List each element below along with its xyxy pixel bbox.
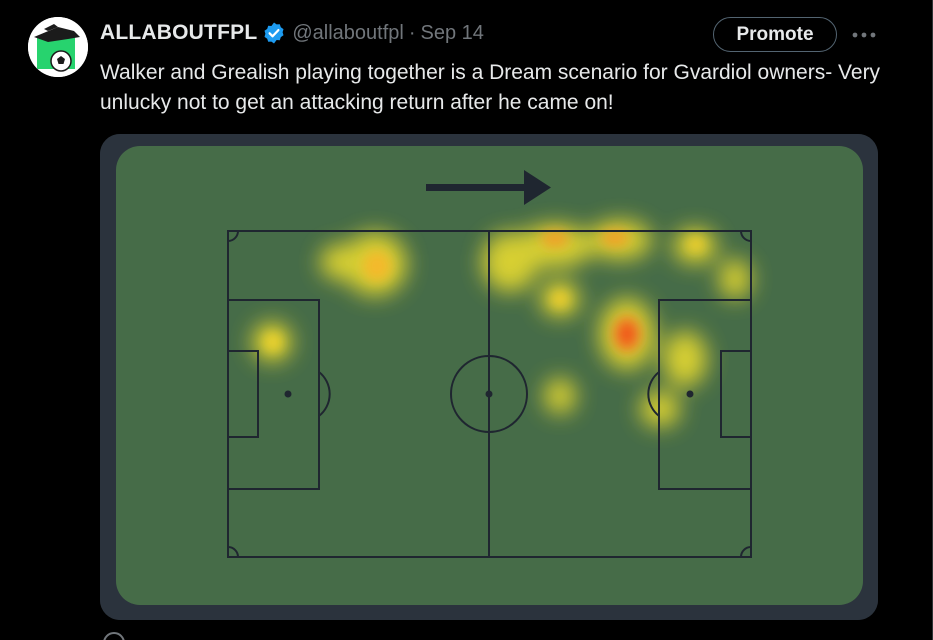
separator-dot: · <box>408 21 416 44</box>
more-options-button[interactable] <box>849 22 879 48</box>
reply-icon[interactable] <box>103 632 125 640</box>
tweet-text: Walker and Grealish playing together is … <box>100 61 881 114</box>
display-name[interactable]: ALLABOUTFPL <box>100 21 257 45</box>
center-spot <box>485 390 493 398</box>
more-horizontal-icon <box>852 32 876 38</box>
player-heatmap-image <box>100 134 878 620</box>
verified-badge-icon <box>262 21 286 45</box>
tweet-date[interactable]: Sep 14 <box>421 22 484 45</box>
tweet[interactable]: ALLABOUTFPL @allaboutfpl · Sep 14 Promot… <box>0 0 933 640</box>
tweet-media-heatmap[interactable] <box>100 134 878 620</box>
tweet-header: ALLABOUTFPL @allaboutfpl · Sep 14 <box>100 18 484 48</box>
avatar[interactable] <box>28 17 88 77</box>
user-handle[interactable]: @allaboutfpl <box>292 22 403 45</box>
football-boot-logo-icon <box>28 17 88 77</box>
left-penalty-spot <box>284 390 292 398</box>
right-penalty-spot <box>686 390 694 398</box>
promote-button[interactable]: Promote <box>713 17 837 52</box>
